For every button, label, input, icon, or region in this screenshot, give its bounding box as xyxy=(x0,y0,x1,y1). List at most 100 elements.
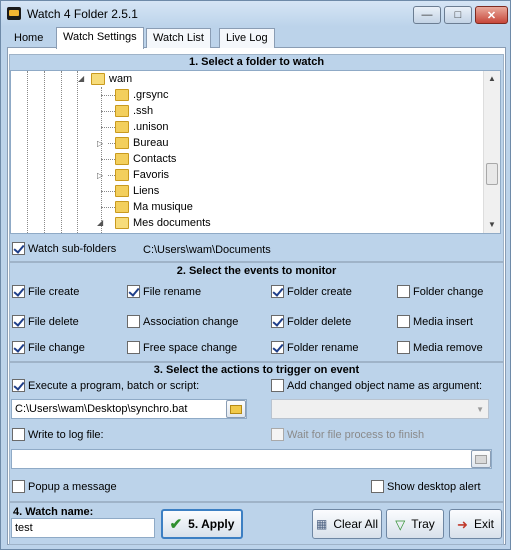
checkbox-checked-icon xyxy=(12,242,25,255)
event-checkbox[interactable]: Folder delete xyxy=(271,315,351,328)
event-checkbox[interactable]: File change xyxy=(12,341,85,354)
tree-item-label: wam xyxy=(109,73,133,85)
checkbox-label: Folder create xyxy=(287,285,352,298)
checkbox-label: Media insert xyxy=(413,315,473,328)
folder-browse-icon xyxy=(475,454,487,464)
tray-button[interactable]: ▽ Tray xyxy=(386,509,444,539)
wait-process-checkbox[interactable]: Wait for file process to finish xyxy=(271,428,424,441)
checkbox-label: File delete xyxy=(28,315,79,328)
event-checkbox[interactable]: File create xyxy=(12,285,79,298)
checkbox-checked-icon xyxy=(12,379,25,392)
checkbox-label: Watch sub-folders xyxy=(28,242,117,255)
event-checkbox[interactable]: File delete xyxy=(12,315,79,328)
event-checkbox[interactable]: Folder rename xyxy=(271,341,359,354)
watch-subfolders-checkbox[interactable]: Watch sub-folders xyxy=(12,242,116,255)
event-checkbox[interactable]: Free space change xyxy=(127,341,237,354)
write-log-checkbox[interactable]: Write to log file: xyxy=(12,428,104,441)
checkbox-label: Folder delete xyxy=(287,315,352,328)
popup-message-checkbox[interactable]: Popup a message xyxy=(12,480,117,493)
checkbox-label: File rename xyxy=(143,285,202,298)
section-3-title: 3. Select the actions to trigger on even… xyxy=(153,364,360,376)
event-checkbox[interactable]: Association change xyxy=(127,315,238,328)
clear-icon: ▦ xyxy=(315,517,328,531)
execute-program-checkbox[interactable]: Execute a program, batch or script: xyxy=(12,379,199,392)
checkbox-label: File create xyxy=(28,285,80,298)
favorites-folder-icon xyxy=(115,169,129,181)
checkbox-label: Association change xyxy=(143,315,239,328)
checkbox-unchecked-icon xyxy=(397,341,410,354)
tree-item-ma-musique[interactable]: Ma musique xyxy=(115,199,193,215)
maximize-icon: □ xyxy=(454,9,462,21)
tab-live-log[interactable]: Live Log xyxy=(219,28,275,48)
section-2-title: 2. Select the events to monitor xyxy=(176,265,337,277)
minimize-button[interactable]: — xyxy=(413,6,441,24)
tab-home[interactable]: Home xyxy=(7,28,50,48)
close-button[interactable]: ✕ xyxy=(475,6,508,24)
clear-all-button[interactable]: ▦ Clear All xyxy=(312,509,382,539)
checkbox-label: Execute a program, batch or script: xyxy=(28,379,200,392)
event-checkbox[interactable]: Folder change xyxy=(397,285,483,298)
title-bar: Watch 4 Folder 2.5.1 — □ ✕ xyxy=(1,1,510,27)
tree-item-label: Liens xyxy=(133,185,160,197)
expand-icon[interactable]: ▷ xyxy=(97,171,103,180)
log-file-field[interactable] xyxy=(11,449,492,469)
checkbox-unchecked-icon xyxy=(397,285,410,298)
checkbox-unchecked-icon xyxy=(127,315,140,328)
exit-icon: ➜ xyxy=(457,516,468,532)
tree-item-contacts[interactable]: Contacts xyxy=(115,151,176,167)
checkbox-checked-icon xyxy=(12,341,25,354)
checkbox-label: Media remove xyxy=(413,341,483,354)
maximize-button[interactable]: □ xyxy=(444,6,472,24)
tree-item-wam[interactable]: wam xyxy=(91,71,132,87)
watch-name-input[interactable]: test xyxy=(11,518,155,538)
tree-scrollbar[interactable]: ▲ ▼ xyxy=(483,71,500,233)
tree-item-unison[interactable]: .unison xyxy=(115,119,168,135)
tree-item-favoris[interactable]: Favoris xyxy=(115,167,169,183)
checkbox-unchecked-icon xyxy=(371,480,384,493)
folder-open-icon xyxy=(91,73,105,85)
window-title: Watch 4 Folder 2.5.1 xyxy=(27,7,138,21)
checkbox-disabled-icon xyxy=(271,428,284,441)
collapse-icon[interactable]: ◢ xyxy=(78,74,84,83)
checkbox-unchecked-icon xyxy=(127,341,140,354)
selected-folder-path: C:\Users\wam\Documents xyxy=(143,244,271,256)
tree-item-ssh[interactable]: .ssh xyxy=(115,103,153,119)
tree-item-bureau[interactable]: Bureau xyxy=(115,135,168,151)
tree-item-grsync[interactable]: .grsync xyxy=(115,87,168,103)
add-argument-checkbox[interactable]: Add changed object name as argument: xyxy=(271,379,482,392)
browse-program-button[interactable] xyxy=(226,400,246,418)
tree-item-label: Mes documents xyxy=(133,217,211,229)
event-checkbox[interactable]: Media remove xyxy=(397,341,483,354)
expand-icon[interactable]: ▷ xyxy=(97,139,103,148)
minimize-icon: — xyxy=(421,9,433,21)
event-checkbox[interactable]: File rename xyxy=(127,285,201,298)
desktop-alert-checkbox[interactable]: Show desktop alert xyxy=(371,480,481,493)
checkbox-checked-icon xyxy=(271,315,284,328)
tree-item-mes-documents[interactable]: Mes documents xyxy=(115,215,211,231)
program-path-field[interactable]: C:\Users\wam\Desktop\synchro.bat xyxy=(11,399,247,419)
event-checkbox[interactable]: Media insert xyxy=(397,315,473,328)
exit-button[interactable]: ➜ Exit xyxy=(449,509,502,539)
folder-tree[interactable]: ◢ wam .grsync .ssh .unison ▷ Bureau Cont… xyxy=(10,70,501,234)
checkbox-label: Popup a message xyxy=(28,480,117,493)
folder-browse-icon xyxy=(230,404,242,414)
folder-icon xyxy=(115,89,129,101)
collapse-icon[interactable]: ◢ xyxy=(97,218,103,227)
event-checkbox[interactable]: Folder create xyxy=(271,285,352,298)
tree-item-liens[interactable]: Liens xyxy=(115,183,159,199)
scroll-up-icon[interactable]: ▲ xyxy=(484,71,500,87)
checkbox-checked-icon xyxy=(12,315,25,328)
scrollbar-thumb[interactable] xyxy=(486,163,498,185)
folder-icon xyxy=(115,105,129,117)
argument-dropdown[interactable]: ▼ xyxy=(271,399,489,419)
apply-button[interactable]: ✔ 5. Apply xyxy=(161,509,243,539)
desktop-folder-icon xyxy=(115,137,129,149)
tree-item-label: .grsync xyxy=(133,89,169,101)
close-icon: ✕ xyxy=(486,9,497,22)
tab-watch-settings[interactable]: Watch Settings xyxy=(56,27,144,49)
tab-watch-list[interactable]: Watch List xyxy=(146,28,211,48)
checkbox-label: File change xyxy=(28,341,85,354)
scroll-down-icon[interactable]: ▼ xyxy=(484,217,500,233)
documents-folder-icon xyxy=(115,217,129,229)
browse-log-button[interactable] xyxy=(471,450,491,468)
